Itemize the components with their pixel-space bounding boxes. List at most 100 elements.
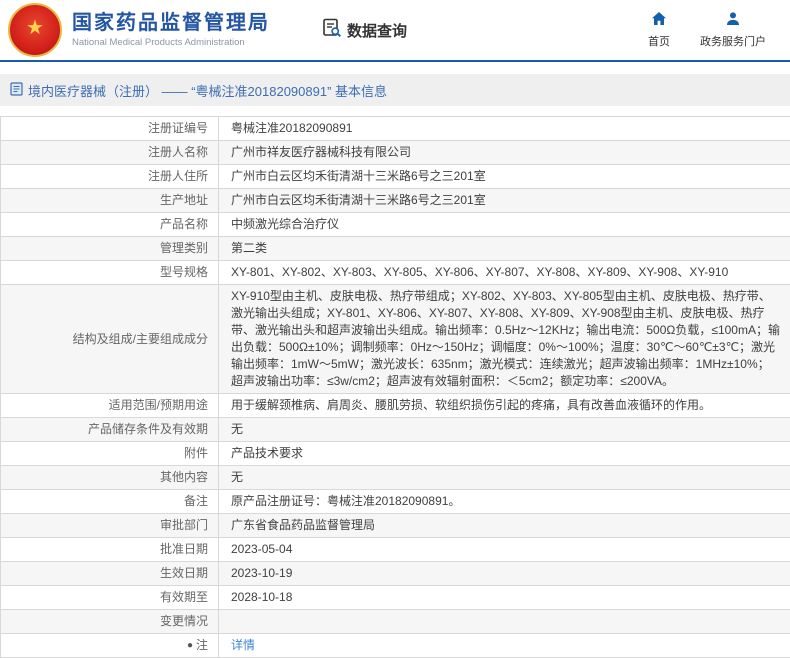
- row-label-text: 生产地址: [159, 193, 208, 207]
- row-value: 2023-10-19: [218, 562, 790, 585]
- row-value-text: 2023-05-04: [231, 542, 293, 556]
- row-value: XY-910型由主机、皮肤电极、热疗带组成；XY-802、XY-803、XY-8…: [218, 285, 790, 393]
- nav-home[interactable]: 首页: [648, 11, 670, 49]
- table-row: 注册人住所 广州市白云区均禾街清湖十三米路6号之三201室: [1, 165, 790, 189]
- row-value-text: XY-910型由主机、皮肤电极、热疗带组成；XY-802、XY-803、XY-8…: [231, 289, 780, 388]
- table-row: 产品储存条件及有效期 无: [1, 418, 790, 442]
- row-label: 生产地址: [1, 189, 218, 212]
- row-value: 广州市白云区均禾街清湖十三米路6号之三201室: [218, 189, 790, 212]
- row-label: 备注: [1, 490, 218, 513]
- row-value-text: 广州市祥友医疗器械科技有限公司: [231, 145, 412, 159]
- row-label-text: 型号规格: [159, 265, 208, 279]
- star-icon: ★: [26, 17, 44, 39]
- row-value-text: 2028-10-18: [231, 590, 293, 604]
- detail-link[interactable]: 详情: [231, 637, 255, 654]
- row-value-text: 广州市白云区均禾街清湖十三米路6号之三201室: [231, 169, 486, 183]
- row-value: XY-801、XY-802、XY-803、XY-805、XY-806、XY-80…: [218, 261, 790, 284]
- row-value: [218, 610, 790, 633]
- row-label: 产品储存条件及有效期: [1, 418, 218, 441]
- table-row: 其他内容 无: [1, 466, 790, 490]
- row-value: 产品技术要求: [218, 442, 790, 465]
- row-value-text: 第二类: [231, 241, 268, 255]
- row-label: 注册证编号: [1, 117, 218, 140]
- table-row: 注册人名称 广州市祥友医疗器械科技有限公司: [1, 141, 790, 165]
- row-label-text: 结构及组成/主要组成成分: [72, 331, 208, 346]
- document-icon: [10, 81, 23, 99]
- row-label: 注册人住所: [1, 165, 218, 188]
- row-value-text: 原产品注册证号：粤械注准20182090891。: [231, 494, 461, 508]
- table-row: 适用范围/预期用途 用于缓解颈椎病、肩周炎、腰肌劳损、软组织损伤引起的疼痛，具有改…: [1, 394, 790, 418]
- row-label: 审批部门: [1, 514, 218, 537]
- row-label-text: 管理类别: [159, 241, 208, 255]
- table-row: 管理类别 第二类: [1, 237, 790, 261]
- row-value-text: 粤械注准20182090891: [231, 121, 353, 135]
- home-icon: [651, 11, 667, 30]
- row-value-text: 无: [231, 422, 244, 436]
- data-query-tab[interactable]: 数据查询: [322, 18, 407, 42]
- row-value-text: XY-801、XY-802、XY-803、XY-805、XY-806、XY-80…: [231, 265, 729, 279]
- row-label: 生效日期: [1, 562, 218, 585]
- table-row: 批准日期 2023-05-04: [1, 538, 790, 562]
- data-query-label: 数据查询: [347, 22, 408, 40]
- row-value: 广州市祥友医疗器械科技有限公司: [218, 141, 790, 164]
- nav-portal[interactable]: 政务服务门户: [700, 11, 766, 49]
- doc-search-icon: [322, 18, 342, 42]
- table-row: 生效日期 2023-10-19: [1, 562, 790, 586]
- row-label-text: 注册人住所: [147, 169, 208, 183]
- table-row: 有效期至 2028-10-18: [1, 586, 790, 610]
- info-table: 注册证编号 粤械注准20182090891 注册人名称 广州市祥友医疗器械科技有限公司…: [0, 116, 790, 658]
- row-value-text: 无: [231, 470, 244, 484]
- row-label-text: 有效期至: [159, 590, 208, 604]
- user-icon: [725, 11, 741, 30]
- row-label-text: 产品储存条件及有效期: [87, 422, 208, 436]
- row-label: 变更情况: [1, 610, 218, 633]
- site-title: 国家药品监督管理局: [72, 12, 270, 34]
- nav-portal-label: 政务服务门户: [700, 36, 766, 48]
- table-row: 结构及组成/主要组成成分 XY-910型由主机、皮肤电极、热疗带组成；XY-802…: [1, 285, 790, 394]
- row-label: 批准日期: [1, 538, 218, 561]
- row-label: 适用范围/预期用途: [1, 394, 218, 417]
- row-label: 型号规格: [1, 261, 218, 284]
- table-row: 审批部门 广东省食品药品监督管理局: [1, 514, 790, 538]
- row-value: 用于缓解颈椎病、肩周炎、腰肌劳损、软组织损伤引起的疼痛，具有改善血液循环的作用。: [218, 394, 790, 417]
- row-label-text: 适用范围/预期用途: [108, 398, 208, 412]
- table-row: ● 注详情: [1, 634, 790, 658]
- row-label-text: 附件: [183, 446, 208, 460]
- row-value: 中频激光综合治疗仪: [218, 213, 790, 236]
- row-label: 注册人名称: [1, 141, 218, 164]
- dot-icon: ●: [186, 639, 193, 651]
- row-label-text: 注册人名称: [147, 145, 208, 159]
- row-value: 2028-10-18: [218, 586, 790, 609]
- table-row: 变更情况: [1, 610, 790, 634]
- row-label: 其他内容: [1, 466, 218, 489]
- row-value-text: 2023-10-19: [231, 566, 293, 580]
- row-value: 原产品注册证号：粤械注准20182090891。: [218, 490, 790, 513]
- breadcrumb-text: 境内医疗器械（注册） —— “粤械注准20182090891” 基本信息: [28, 83, 388, 99]
- table-row: 产品名称 中频激光综合治疗仪: [1, 213, 790, 237]
- national-emblem-logo: ★: [8, 3, 62, 57]
- row-label: 管理类别: [1, 237, 218, 260]
- row-label-text: 备注: [183, 494, 208, 508]
- row-value: 粤械注准20182090891: [218, 117, 790, 140]
- table-row: 型号规格 XY-801、XY-802、XY-803、XY-805、XY-806、X…: [1, 261, 790, 285]
- site-header: ★ 国家药品监督管理局 National Medical Products Ad…: [0, 0, 790, 62]
- row-label-text: 注: [195, 638, 208, 652]
- row-value: 无: [218, 466, 790, 489]
- row-value: 广东省食品药品监督管理局: [218, 514, 790, 537]
- table-row: 生产地址 广州市白云区均禾街清湖十三米路6号之三201室: [1, 189, 790, 213]
- row-value: 详情: [218, 634, 790, 657]
- row-label-text: 审批部门: [159, 518, 208, 532]
- site-subtitle: National Medical Products Administration: [72, 37, 245, 48]
- row-label-text: 其他内容: [159, 470, 208, 484]
- row-label: 有效期至: [1, 586, 218, 609]
- brand-block: 国家药品监督管理局 National Medical Products Admi…: [72, 12, 270, 48]
- header-nav: 首页 政务服务门户: [648, 11, 776, 49]
- table-row: 附件 产品技术要求: [1, 442, 790, 466]
- row-value-text: 用于缓解颈椎病、肩周炎、腰肌劳损、软组织损伤引起的疼痛，具有改善血液循环的作用。: [231, 398, 712, 412]
- row-value: 第二类: [218, 237, 790, 260]
- row-label: 结构及组成/主要组成成分: [1, 285, 218, 393]
- row-value: 2023-05-04: [218, 538, 790, 561]
- row-value-text: 中频激光综合治疗仪: [231, 217, 340, 231]
- row-label: 产品名称: [1, 213, 218, 236]
- row-label: ● 注: [1, 634, 218, 657]
